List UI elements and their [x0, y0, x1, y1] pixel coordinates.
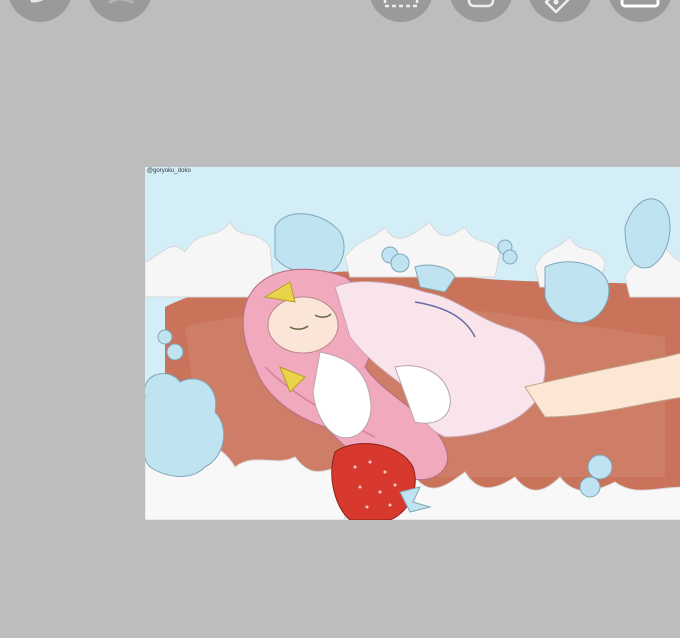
artwork-illustration — [145, 167, 680, 520]
redo-icon — [108, 0, 134, 4]
layers-button[interactable] — [449, 0, 513, 22]
select-button[interactable] — [369, 0, 433, 22]
redo-button[interactable] — [88, 0, 152, 22]
layers-icon — [467, 0, 495, 8]
frame-button[interactable] — [608, 0, 672, 22]
artist-credit: @goryoku_doko — [147, 168, 191, 174]
artwork-canvas[interactable]: @goryoku_doko — [145, 167, 680, 520]
undo-icon — [30, 0, 44, 3]
pen-tool-icon — [544, 0, 570, 14]
frame-icon — [620, 0, 660, 8]
selection-icon — [383, 0, 419, 8]
undo-button[interactable] — [8, 0, 72, 22]
pen-button[interactable] — [528, 0, 592, 22]
